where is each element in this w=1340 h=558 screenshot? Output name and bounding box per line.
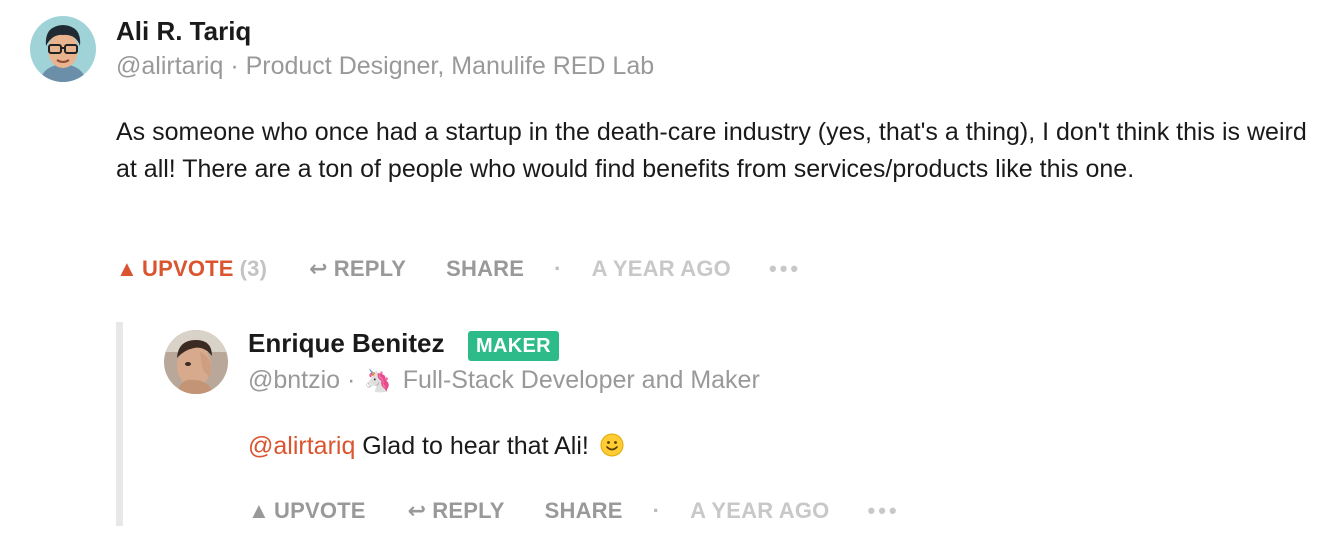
avatar-photo-icon <box>164 330 228 394</box>
reply-label: REPLY <box>333 256 407 281</box>
comment-timestamp[interactable]: A YEAR AGO <box>592 256 731 282</box>
more-options-icon[interactable]: ••• <box>868 498 900 524</box>
comment-actions: ▲ UPVOTE ↩ REPLY SHARE · A YEAR AGO ••• <box>248 496 900 526</box>
reply-thread-line <box>116 322 123 526</box>
action-separator: · <box>652 498 661 523</box>
comment-actions: ▲ UPVOTE (3) ↩ REPLY SHARE · A YEAR AGO … <box>116 254 801 284</box>
reply-arrow-icon: ↩ <box>309 256 328 281</box>
author-handle[interactable]: @alirtariq <box>116 52 223 80</box>
upvote-label: UPVOTE <box>141 256 234 281</box>
maker-badge: MAKER <box>468 331 559 361</box>
author-headline: Product Designer, Manulife RED Lab <box>245 52 655 80</box>
comment-body: @alirtariq Glad to hear that Ali! <box>248 428 1298 465</box>
reply-button[interactable]: ↩ REPLY <box>408 498 505 524</box>
comment-body: As someone who once had a startup in the… <box>116 118 1307 183</box>
avatar[interactable] <box>164 330 228 394</box>
upvote-label: UPVOTE <box>273 498 366 523</box>
share-button[interactable]: SHARE <box>446 256 524 282</box>
reply-label: REPLY <box>432 498 505 523</box>
author-name[interactable]: Enrique Benitez <box>248 328 444 359</box>
action-separator: · <box>554 256 562 281</box>
smiley-icon <box>600 433 624 457</box>
author-handle[interactable]: @bntzio <box>248 366 340 394</box>
upvote-count: (3) <box>239 256 268 281</box>
reply-button[interactable]: ↩ REPLY <box>309 256 406 282</box>
reply-text: Glad to hear that Ali! <box>355 432 589 460</box>
unicorn-icon: 🦄 <box>364 368 392 393</box>
reply-arrow-icon: ↩ <box>407 498 427 523</box>
author-meta: @alirtariq · Product Designer, Manulife … <box>116 52 654 81</box>
upvote-triangle-icon: ▲ <box>248 498 270 523</box>
share-button[interactable]: SHARE <box>545 498 623 524</box>
comment-section: Ali R. Tariq @alirtariq · Product Design… <box>0 0 1340 558</box>
avatar[interactable] <box>30 16 96 82</box>
author-meta: @bntzio · 🦄 Full-Stack Developer and Mak… <box>248 366 760 395</box>
comment-timestamp[interactable]: A YEAR AGO <box>690 498 829 524</box>
meta-separator: · <box>347 366 356 394</box>
upvote-triangle-icon: ▲ <box>116 256 138 281</box>
meta-separator: · <box>230 52 239 80</box>
avatar-illustrated-glasses-icon <box>30 16 96 82</box>
upvote-button[interactable]: ▲ UPVOTE <box>248 498 366 524</box>
more-options-icon[interactable]: ••• <box>769 256 801 282</box>
user-mention-link[interactable]: @alirtariq <box>248 432 355 460</box>
author-name[interactable]: Ali R. Tariq <box>116 16 251 47</box>
upvote-button[interactable]: ▲ UPVOTE (3) <box>116 256 267 282</box>
author-headline: Full-Stack Developer and Maker <box>402 366 760 394</box>
